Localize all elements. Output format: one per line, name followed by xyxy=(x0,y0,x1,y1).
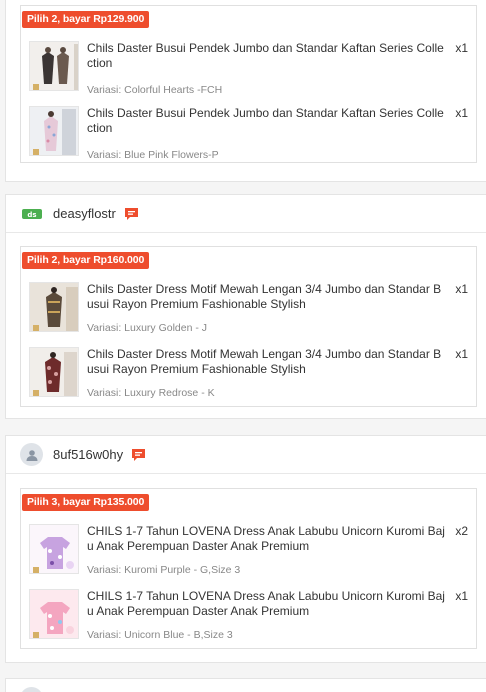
product-thumbnail[interactable] xyxy=(29,524,79,574)
product-thumbnail[interactable] xyxy=(29,347,79,397)
svg-text:ds: ds xyxy=(27,211,36,219)
order-card: 8uf516w0hy Pilih 3, bayar Rp135.000 CHIL… xyxy=(5,435,486,663)
product-thumbnail[interactable] xyxy=(29,589,79,639)
item-quantity: x2 xyxy=(455,524,468,538)
shop-logo-icon[interactable]: ds xyxy=(20,202,43,225)
shop-name[interactable]: deasyflostr xyxy=(53,206,116,221)
bundle-group: Pilih 2, bayar Rp129.900 Chils Daster Bu… xyxy=(20,5,477,163)
item-variant: Variasi: Colorful Hearts -FCH xyxy=(87,84,223,96)
item-variant: Variasi: Blue Pink Flowers-P xyxy=(87,149,219,161)
product-thumbnail[interactable] xyxy=(29,41,79,91)
product-thumbnail[interactable] xyxy=(29,106,79,156)
user-avatar-icon[interactable] xyxy=(20,443,43,466)
order-card xyxy=(5,678,486,692)
order-item[interactable]: Chils Daster Busui Pendek Jumbo dan Stan… xyxy=(21,41,476,101)
user-avatar-icon[interactable] xyxy=(20,686,43,692)
item-quantity: x1 xyxy=(455,282,468,296)
order-item[interactable]: CHILS 1-7 Tahun LOVENA Dress Anak Labubu… xyxy=(21,524,476,584)
shop-name[interactable]: 8uf516w0hy xyxy=(53,447,123,462)
order-item[interactable]: Chils Daster Busui Pendek Jumbo dan Stan… xyxy=(21,106,476,166)
order-item[interactable]: Chils Daster Dress Motif Mewah Lengan 3/… xyxy=(21,347,476,407)
product-name[interactable]: CHILS 1-7 Tahun LOVENA Dress Anak Labubu… xyxy=(87,589,447,619)
product-name[interactable]: Chils Daster Busui Pendek Jumbo dan Stan… xyxy=(87,106,447,136)
item-variant: Variasi: Luxury Redrose - K xyxy=(87,387,215,399)
product-name[interactable]: CHILS 1-7 Tahun LOVENA Dress Anak Labubu… xyxy=(87,524,447,554)
chat-icon[interactable] xyxy=(124,207,139,221)
order-item[interactable]: Chils Daster Dress Motif Mewah Lengan 3/… xyxy=(21,282,476,342)
bundle-group: Pilih 3, bayar Rp135.000 CHILS 1-7 Tahun… xyxy=(20,488,477,649)
bundle-promo-badge: Pilih 3, bayar Rp135.000 xyxy=(22,494,150,511)
item-quantity: x1 xyxy=(455,347,468,361)
item-variant: Variasi: Kuromi Purple - G,Size 3 xyxy=(87,564,241,576)
product-name[interactable]: Chils Daster Dress Motif Mewah Lengan 3/… xyxy=(87,282,447,312)
product-thumbnail[interactable] xyxy=(29,282,79,332)
bundle-promo-badge: Pilih 2, bayar Rp160.000 xyxy=(22,252,150,269)
item-variant: Variasi: Luxury Golden - J xyxy=(87,322,208,334)
product-name[interactable]: Chils Daster Dress Motif Mewah Lengan 3/… xyxy=(87,347,447,377)
order-item[interactable]: CHILS 1-7 Tahun LOVENA Dress Anak Labubu… xyxy=(21,589,476,649)
item-quantity: x1 xyxy=(455,589,468,603)
shop-header[interactable]: ds deasyflostr xyxy=(6,195,486,233)
item-quantity: x1 xyxy=(455,106,468,120)
item-quantity: x1 xyxy=(455,41,468,55)
order-card: Pilih 2, bayar Rp129.900 Chils Daster Bu… xyxy=(5,0,486,182)
bundle-group: Pilih 2, bayar Rp160.000 Chils Daster Dr… xyxy=(20,246,477,407)
shop-header[interactable] xyxy=(6,679,486,692)
shop-header[interactable]: 8uf516w0hy xyxy=(6,436,486,474)
order-card: ds deasyflostr Pilih 2, bayar Rp160.000 xyxy=(5,194,486,419)
item-variant: Variasi: Unicorn Blue - B,Size 3 xyxy=(87,629,233,641)
product-name[interactable]: Chils Daster Busui Pendek Jumbo dan Stan… xyxy=(87,41,447,71)
bundle-promo-badge: Pilih 2, bayar Rp129.900 xyxy=(22,11,150,28)
chat-icon[interactable] xyxy=(131,448,146,462)
